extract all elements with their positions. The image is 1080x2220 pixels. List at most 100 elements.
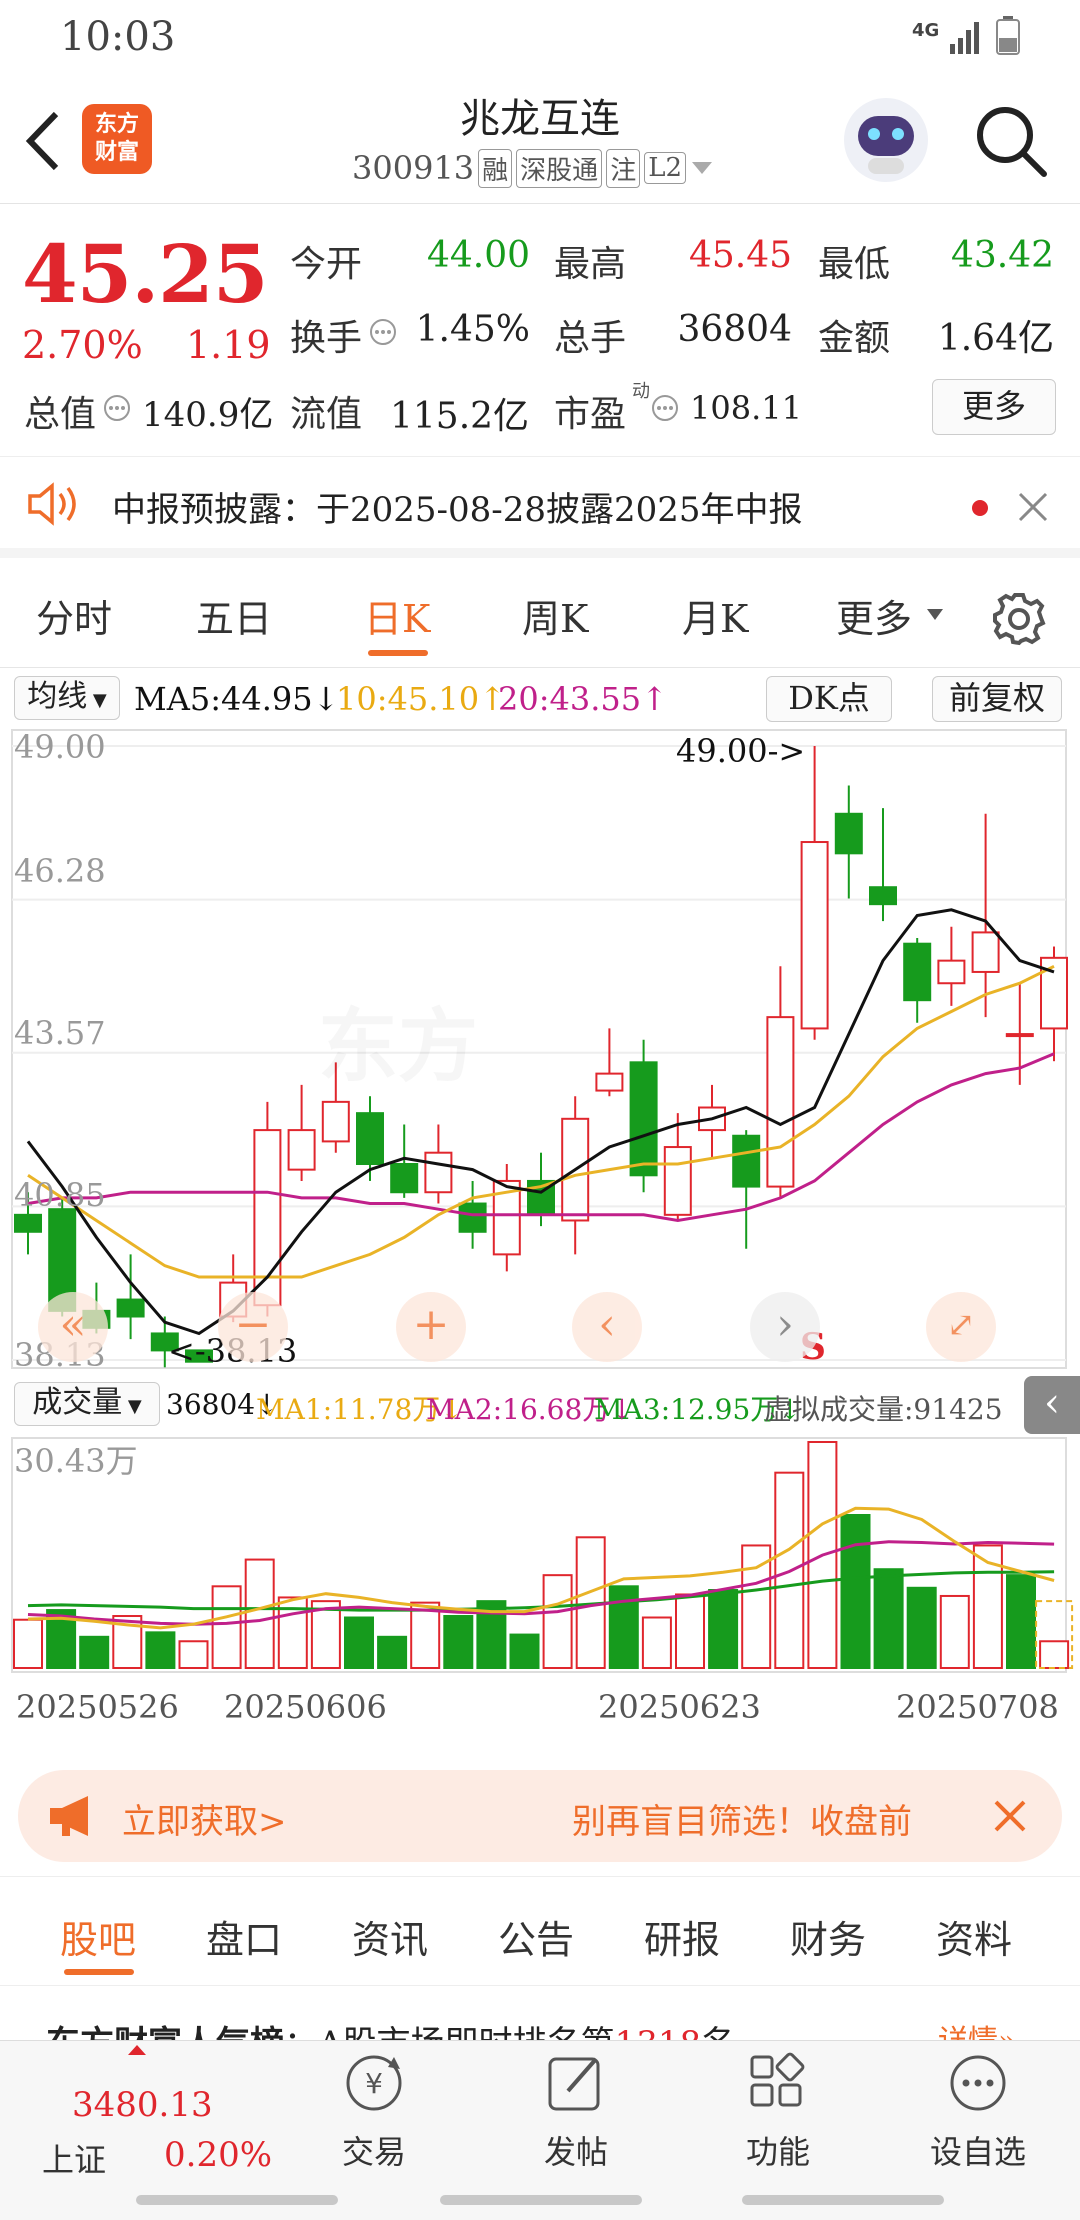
ma-select[interactable]: 均线 ▼	[14, 676, 120, 720]
adjust-button[interactable]: 前复权	[932, 676, 1062, 722]
ma5-value: MA5:44.95↓	[134, 680, 340, 718]
volume-select-label: 成交量	[32, 1385, 123, 1420]
amount-label: 金额	[818, 318, 891, 359]
back-arrow-icon[interactable]	[22, 110, 62, 172]
speaker-icon	[28, 482, 76, 526]
market-cap-value: 140.9亿	[142, 395, 274, 435]
volume-indicator-bar: 成交量 ▼ 36804↓ MA1:11.78万↓ MA2:16.68万↓ MA3…	[0, 1376, 1080, 1436]
tab-more[interactable]: 更多	[836, 588, 912, 643]
expand-icon[interactable]: ⤢	[926, 1292, 996, 1362]
index-value[interactable]: 3480.13	[72, 2085, 213, 2125]
chevron-right-icon[interactable]: ›	[750, 1292, 820, 1362]
search-icon[interactable]	[974, 104, 1048, 178]
high-price-marker: 49.00->	[676, 732, 806, 770]
nav-function[interactable]: 功能	[708, 2051, 848, 2173]
stock-code: 300913	[352, 149, 475, 187]
volume-bar	[377, 1635, 408, 1669]
gesture-hint-left	[136, 2195, 338, 2205]
tab-daily-k[interactable]: 日K	[364, 588, 430, 643]
app-logo[interactable]: 东方 财富	[82, 104, 152, 174]
zoom-out-icon[interactable]: −	[218, 1292, 288, 1362]
y-tick-4: 40.85	[14, 1176, 106, 1214]
volume-y-tick: 30.43万	[14, 1442, 138, 1480]
volume-bar	[79, 1635, 110, 1669]
promo-banner[interactable]: 立即获取> 别再盲目筛选！收盘前	[18, 1770, 1062, 1862]
chevron-down-icon: ▼	[87, 690, 107, 711]
index-name[interactable]: 上证	[42, 2135, 106, 2181]
ma-indicator-bar: 均线 ▼ MA5:44.95↓ 10:45.10↑ 20:43.55↑ DK点 …	[0, 670, 1080, 728]
ranking-title: 东方财富人气榜	[46, 2024, 284, 2040]
candle-body	[424, 1151, 453, 1194]
tab-research[interactable]: 研报	[644, 1909, 720, 1964]
svg-text:¥: ¥	[365, 2067, 383, 2100]
ma10-line	[27, 964, 1055, 1279]
ma-select-label: 均线	[27, 679, 88, 714]
edit-icon	[548, 2057, 600, 2111]
nav-post[interactable]: 发帖	[506, 2051, 646, 2173]
tab-monthly-k[interactable]: 月K	[682, 588, 748, 643]
volume-bar	[211, 1585, 242, 1669]
tab-finance[interactable]: 财务	[790, 1909, 866, 1964]
candle-body	[663, 1146, 692, 1216]
ranking-suffix: 名	[701, 2024, 735, 2040]
collapse-panel-icon[interactable]: ‹	[1024, 1376, 1080, 1434]
tab-news[interactable]: 资讯	[352, 1909, 428, 1964]
more-button[interactable]: 更多	[932, 379, 1056, 435]
info-icon[interactable]	[650, 393, 680, 423]
ranking-row: 东方财富人气榜：A股市场即时排名第1318名	[46, 2016, 735, 2040]
change-percent: 2.70%	[22, 323, 143, 367]
open-label: 今开	[290, 244, 363, 285]
tab-weekly-k[interactable]: 周K	[522, 588, 588, 643]
stock-name: 兆龙互连	[460, 96, 620, 142]
notice-bar[interactable]: 中报预披露：于2025-08-28披露2025年中报	[0, 458, 1080, 558]
pe-dynamic-sup: 动	[632, 381, 650, 402]
candle-body	[800, 841, 829, 1030]
chevron-left-icon[interactable]: ‹	[572, 1292, 642, 1362]
volume-bar	[873, 1568, 904, 1669]
volume-bar	[509, 1633, 540, 1670]
index-change[interactable]: 0.20%	[164, 2135, 272, 2175]
volume-select[interactable]: 成交量 ▼	[14, 1382, 160, 1426]
badge-connect: 深股通	[516, 148, 603, 188]
candle-body	[732, 1134, 761, 1188]
gear-icon[interactable]	[990, 590, 1048, 648]
bottom-nav: 3480.13 上证 0.20% ¥ 交易 发帖 功能 设自选	[0, 2040, 1080, 2220]
robot-assistant-avatar[interactable]	[844, 98, 928, 182]
tab-forum[interactable]: 股吧	[60, 1909, 136, 1964]
kline-chart[interactable]: 东方 49.00 46.28 43.57 40.85 38.13 49.00->…	[0, 728, 1080, 1374]
nav-trade[interactable]: ¥ 交易	[304, 2051, 444, 2173]
info-icon[interactable]	[368, 317, 398, 347]
x-tick-3: 20250623	[598, 1688, 761, 1726]
pe-value: 108.11	[690, 389, 802, 427]
close-icon[interactable]	[992, 1798, 1028, 1834]
notice-text: 中报预披露：于2025-08-28披露2025年中报	[112, 490, 803, 530]
popularity-ranking[interactable]: 东方财富人气榜：A股市场即时排名第1318名 详情»	[0, 1986, 1080, 2040]
tab-five-day[interactable]: 五日	[196, 588, 272, 643]
tab-profile[interactable]: 资料	[936, 1909, 1012, 1964]
volume-canvas[interactable]	[0, 1436, 1080, 1680]
info-icon[interactable]	[102, 393, 132, 423]
float-cap-label: 流值	[290, 394, 363, 435]
kline-canvas[interactable]	[0, 728, 1080, 1374]
dk-point-button[interactable]: DK点	[766, 676, 892, 722]
close-icon[interactable]	[1016, 490, 1050, 524]
stock-code-row[interactable]: 300913 融 深股通 注 L2	[352, 146, 714, 190]
ranking-detail-link[interactable]: 详情»	[938, 2016, 1016, 2040]
nav-add-watchlist[interactable]: 设自选	[908, 2051, 1048, 2173]
volume-chart[interactable]: 30.43万	[0, 1436, 1080, 1680]
promo-cta[interactable]: 立即获取>	[122, 1794, 287, 1843]
tab-order-book[interactable]: 盘口	[206, 1909, 282, 1964]
grid-icon	[750, 2052, 805, 2107]
tab-intraday[interactable]: 分时	[36, 588, 112, 643]
y-tick-3: 43.57	[14, 1014, 106, 1052]
info-tabs: 股吧 盘口 资讯 公告 研报 财务 资料	[0, 1876, 1080, 1986]
fast-backward-icon[interactable]: «	[38, 1292, 108, 1362]
zoom-in-icon[interactable]: +	[396, 1292, 466, 1362]
open-value: 44.00	[426, 235, 530, 276]
virtual-volume: 虚拟成交量:91425	[764, 1393, 1003, 1426]
market-cap-label: 总值	[24, 394, 97, 435]
pe-label: 市盈	[554, 394, 627, 435]
gesture-hint-right	[742, 2195, 944, 2205]
nav-post-label: 发帖	[543, 2133, 608, 2171]
tab-announcements[interactable]: 公告	[498, 1909, 574, 1964]
